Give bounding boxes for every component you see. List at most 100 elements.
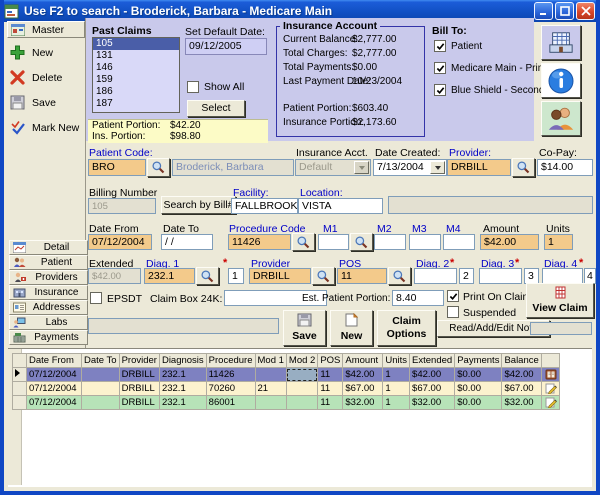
save-button[interactable]: Save — [283, 310, 326, 346]
row-selector[interactable] — [13, 382, 27, 396]
line-provider-search-button[interactable] — [312, 267, 335, 285]
cell[interactable]: $42.00 — [410, 368, 455, 382]
copay-field[interactable]: $14.00 — [537, 159, 593, 176]
sidebar-action-mark-new[interactable]: Mark New — [10, 120, 79, 135]
provider-search-button[interactable] — [512, 158, 535, 177]
table-row[interactable]: 07/12/2004 DRBILL 232.1 70260 21 11 $67.… — [13, 382, 560, 396]
cell[interactable]: 1 — [383, 382, 410, 396]
date-to-field[interactable]: / / — [161, 234, 213, 250]
sidebar-item-insurance[interactable]: Insurance — [9, 285, 88, 300]
est-patient-portion-field[interactable]: 8.40 — [392, 290, 444, 306]
row-selector[interactable] — [13, 396, 27, 410]
col-header[interactable]: Extended — [410, 354, 455, 368]
cell[interactable]: 11 — [318, 368, 343, 382]
cell[interactable]: 07/12/2004 — [27, 382, 82, 396]
focused-cell[interactable] — [286, 368, 317, 382]
edit-icon[interactable] — [542, 382, 560, 396]
col-header[interactable]: Amount — [343, 354, 383, 368]
diag4-pointer-field[interactable]: 4 — [584, 268, 596, 284]
cell[interactable] — [82, 396, 120, 410]
diag3-pointer-field[interactable]: 3 — [524, 268, 539, 284]
list-item[interactable]: 105 — [93, 38, 179, 50]
past-claims-list[interactable]: 105 131 146 159 186 187 — [92, 37, 180, 113]
provider-field[interactable]: DRBILL — [447, 159, 511, 176]
list-item[interactable]: 146 — [93, 62, 179, 74]
m3-field[interactable] — [409, 234, 441, 250]
cell[interactable] — [286, 382, 317, 396]
edit-icon[interactable] — [542, 396, 560, 410]
procedure-code-field[interactable]: 11426 — [228, 234, 291, 250]
maximize-button[interactable] — [555, 2, 574, 20]
note-icon[interactable] — [542, 368, 560, 382]
location-field[interactable]: VISTA — [298, 198, 383, 214]
cell[interactable]: 232.1 — [159, 382, 206, 396]
col-header[interactable]: Units — [383, 354, 410, 368]
insurance-acct-select[interactable]: Default — [295, 159, 371, 176]
sidebar-master-header[interactable]: Master — [7, 21, 85, 38]
cell[interactable]: 86001 — [206, 396, 255, 410]
diag3-field[interactable] — [479, 268, 522, 284]
col-header[interactable]: Diagnosis — [159, 354, 206, 368]
sidebar-item-payments[interactable]: Payments — [9, 330, 88, 345]
m1-search-button[interactable] — [350, 233, 373, 251]
cell[interactable]: $67.00 — [502, 382, 542, 396]
date-from-field[interactable]: 07/12/2004 — [88, 234, 152, 250]
cell[interactable]: $67.00 — [343, 382, 383, 396]
info-button[interactable] — [541, 63, 581, 98]
sidebar-item-detail[interactable]: Detail — [9, 240, 88, 255]
view-claim-button[interactable]: View Claim — [526, 283, 594, 318]
cell[interactable]: 11 — [318, 382, 343, 396]
sidebar-action-delete[interactable]: Delete — [10, 70, 62, 85]
list-item[interactable]: 186 — [93, 86, 179, 98]
search-by-bill-button[interactable]: Search by Bill# — [161, 196, 236, 214]
cell[interactable]: $32.00 — [502, 396, 542, 410]
col-header[interactable]: Date To — [82, 354, 120, 368]
cell[interactable] — [286, 396, 317, 410]
m2-field[interactable] — [374, 234, 406, 250]
cell[interactable]: DRBILL — [119, 396, 159, 410]
col-header[interactable]: POS — [318, 354, 343, 368]
facility-field[interactable]: FALLBROOK — [231, 198, 298, 214]
diag1-field[interactable]: 232.1 — [144, 268, 195, 284]
line-provider-field[interactable]: DRBILL — [249, 268, 311, 284]
cell[interactable]: DRBILL — [119, 382, 159, 396]
diag4-field[interactable] — [542, 268, 583, 284]
date-created-select[interactable]: 7/13/2004 — [373, 159, 447, 176]
cell[interactable]: 70260 — [206, 382, 255, 396]
cell[interactable] — [82, 368, 120, 382]
facility-button[interactable] — [541, 25, 581, 60]
cell[interactable] — [255, 396, 286, 410]
cell[interactable] — [82, 382, 120, 396]
pos-field[interactable]: 11 — [337, 268, 387, 284]
bill-to-patient-checkbox[interactable] — [434, 40, 446, 52]
cell[interactable]: $32.00 — [343, 396, 383, 410]
cell[interactable]: $42.00 — [502, 368, 542, 382]
cell[interactable]: $0.00 — [455, 382, 502, 396]
cell[interactable]: 21 — [255, 382, 286, 396]
patient-code-field[interactable]: BRO — [88, 159, 146, 176]
cell[interactable]: 11 — [318, 396, 343, 410]
cell[interactable]: 232.1 — [159, 368, 206, 382]
cell[interactable]: DRBILL — [119, 368, 159, 382]
cell[interactable]: $32.00 — [410, 396, 455, 410]
col-header[interactable]: Payments — [455, 354, 502, 368]
sidebar-item-providers[interactable]: Providers — [9, 270, 88, 285]
cell[interactable]: 1 — [383, 368, 410, 382]
diag1-pointer-field[interactable]: 1 — [228, 268, 244, 284]
col-header[interactable]: Mod 1 — [255, 354, 286, 368]
bill-to-medicare-checkbox[interactable] — [434, 62, 446, 74]
show-all-checkbox[interactable] — [187, 81, 199, 93]
cell[interactable]: $0.00 — [455, 396, 502, 410]
cell[interactable]: $0.00 — [455, 368, 502, 382]
list-item[interactable]: 187 — [93, 98, 179, 110]
cell[interactable]: 11426 — [206, 368, 255, 382]
pos-search-button[interactable] — [388, 267, 411, 285]
procedure-search-button[interactable] — [292, 233, 315, 251]
default-date-field[interactable]: 09/12/2005 — [185, 38, 267, 55]
row-selector[interactable] — [13, 368, 27, 382]
patients-button[interactable] — [541, 101, 581, 136]
cell[interactable]: 07/12/2004 — [27, 396, 82, 410]
amount-field[interactable]: $42.00 — [480, 234, 539, 250]
cell[interactable]: $42.00 — [343, 368, 383, 382]
table-row[interactable]: 07/12/2004 DRBILL 232.1 11426 11 $42.00 … — [13, 368, 560, 382]
